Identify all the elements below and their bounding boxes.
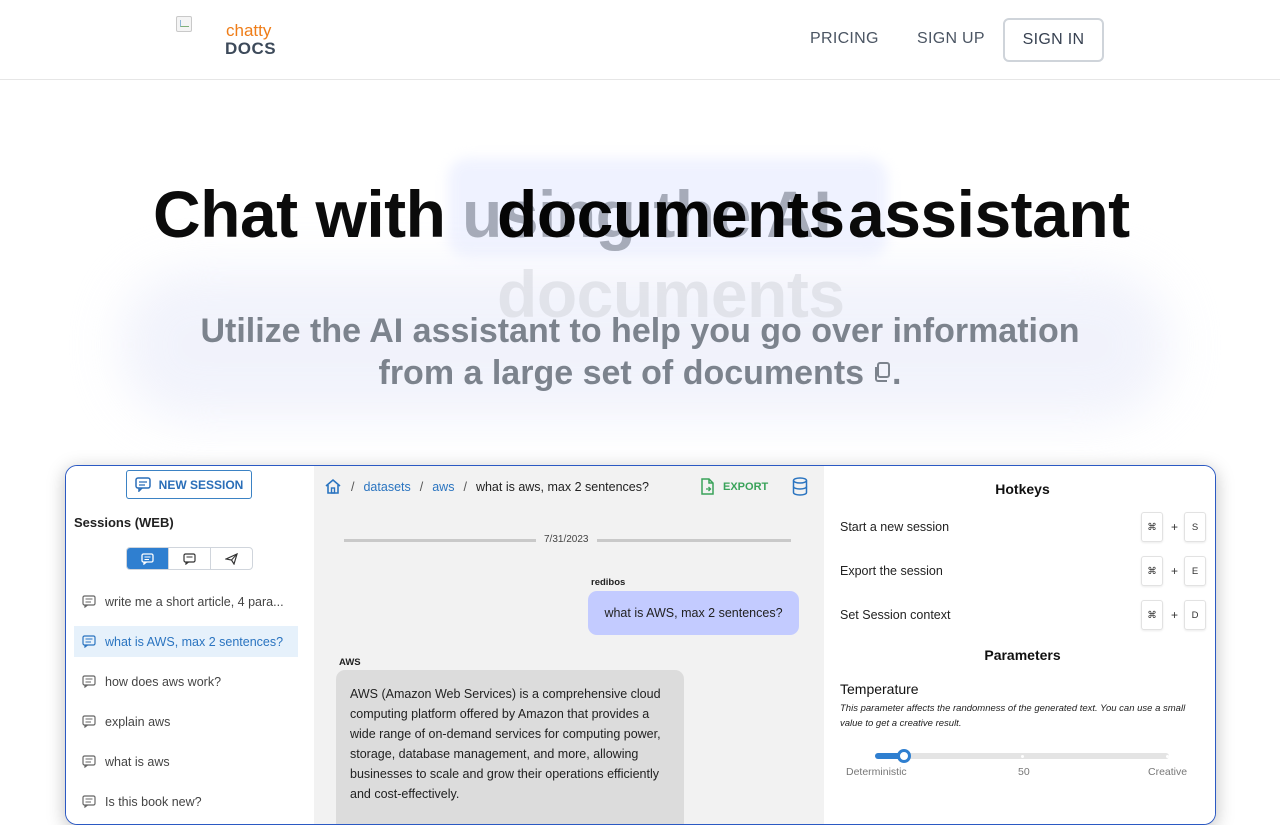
- hotkey-plus: +: [1171, 608, 1179, 622]
- broken-image-icon: [176, 16, 192, 32]
- hero-title-main: documents: [497, 177, 845, 251]
- parameters-heading: Parameters: [984, 647, 1061, 663]
- session-item[interactable]: Is this book new?: [74, 786, 298, 817]
- hotkey-label: Start a new session: [840, 520, 950, 534]
- slider-tick: [1021, 755, 1024, 758]
- session-label: Is this book new?: [105, 794, 202, 809]
- hero-title-prefix: Chat with: [153, 177, 446, 251]
- hotkeys-heading: Hotkeys: [995, 481, 1050, 497]
- message-icon: [183, 552, 196, 565]
- home-icon[interactable]: [324, 478, 342, 495]
- message-icon: [82, 715, 96, 728]
- documents-icon: [872, 351, 892, 393]
- sessions-heading: Sessions (WEB): [74, 515, 174, 530]
- breadcrumb-separator: /: [351, 479, 355, 494]
- message-icon: [82, 675, 96, 688]
- session-label: what is AWS, max 2 sentences?: [105, 634, 284, 649]
- user-message: what is AWS, max 2 sentences?: [588, 591, 799, 635]
- chat-icon: [141, 552, 154, 565]
- hero-subtitle: Utilize the AI assistant to help you go …: [190, 310, 1090, 394]
- slider-tick: [1166, 755, 1169, 758]
- hero-subtitle-end: .: [892, 354, 902, 392]
- hero-subtitle-line2-wrap: from a large set of documents.: [190, 352, 1090, 394]
- hotkey-modifier: ⌘: [1141, 556, 1163, 586]
- hotkey-plus: +: [1171, 520, 1179, 534]
- web-sessions-tab[interactable]: [127, 548, 169, 569]
- telegram-sessions-tab[interactable]: [211, 548, 252, 569]
- session-item[interactable]: how does aws work?: [74, 666, 298, 697]
- hotkey-plus: +: [1171, 564, 1179, 578]
- hotkey-row: Set Session context ⌘ + D: [840, 600, 1206, 630]
- session-item[interactable]: what is aws: [74, 746, 298, 777]
- send-icon: [225, 552, 238, 565]
- hotkey-label: Set Session context: [840, 608, 951, 622]
- hotkey-row: Export the session ⌘ + E: [840, 556, 1206, 586]
- session-item[interactable]: write me a short article, 4 para...: [74, 586, 298, 617]
- message-icon: [82, 755, 96, 768]
- hotkey-key: D: [1184, 600, 1206, 630]
- session-label: how does aws work?: [105, 674, 222, 689]
- breadcrumb-aws[interactable]: aws: [432, 480, 454, 494]
- breadcrumb-current: what is aws, max 2 sentences?: [475, 479, 649, 494]
- hotkey-key: S: [1184, 512, 1206, 542]
- new-session-label: NEW SESSION: [158, 477, 244, 492]
- session-label: explain aws: [105, 714, 171, 729]
- breadcrumb-separator: /: [419, 479, 424, 494]
- hotkey-modifier: ⌘: [1141, 600, 1163, 630]
- logo[interactable]: chatty DOCS: [176, 16, 286, 64]
- session-label: write me a short article, 4 para...: [105, 594, 284, 609]
- breadcrumb-datasets[interactable]: datasets: [363, 480, 410, 494]
- breadcrumb: / datasets / aws / what is aws, max 2 se…: [324, 478, 649, 495]
- export-label: EXPORT: [723, 480, 769, 493]
- message-icon: [82, 595, 96, 608]
- hero-title-suffix: assistant: [848, 177, 1130, 251]
- session-type-toggle: [126, 547, 253, 570]
- new-session-button[interactable]: NEW SESSION: [126, 470, 252, 499]
- session-label: what is aws: [105, 754, 170, 769]
- hero-subtitle-line1: Utilize the AI assistant to help you go …: [200, 312, 1080, 350]
- export-button[interactable]: EXPORT: [700, 478, 768, 495]
- message-icon: [82, 635, 96, 648]
- settings-panel: Hotkeys Start a new session ⌘ + S Export…: [824, 466, 1215, 824]
- database-icon[interactable]: [792, 477, 808, 496]
- chat-area: / datasets / aws / what is aws, max 2 se…: [314, 466, 824, 824]
- logo-text-top: chatty: [226, 21, 272, 40]
- slider-max-label: Creative: [1148, 766, 1188, 778]
- assistant-name: AWS: [339, 657, 361, 668]
- temperature-label: Temperature: [840, 681, 919, 697]
- temperature-description: This parameter affects the randomness of…: [840, 703, 1186, 729]
- nav-signup-link[interactable]: SIGN UP: [917, 30, 985, 48]
- file-export-icon: [701, 478, 714, 495]
- hero-title: Chat with using the AI documents assista…: [0, 176, 1280, 256]
- session-item-active[interactable]: what is AWS, max 2 sentences?: [74, 626, 298, 657]
- breadcrumb-separator: /: [463, 479, 467, 494]
- date-label: 7/31/2023: [536, 534, 597, 545]
- logo-text-bottom: DOCS: [225, 39, 277, 58]
- hotkey-modifier: ⌘: [1141, 512, 1163, 542]
- nav-pricing-link[interactable]: PRICING: [810, 30, 879, 48]
- chat-sessions-tab[interactable]: [169, 548, 211, 569]
- session-item[interactable]: explain aws: [74, 706, 298, 737]
- sign-in-button[interactable]: SIGN IN: [1003, 18, 1104, 62]
- app-preview: NEW SESSION Sessions (WEB) write me a sh…: [65, 465, 1216, 825]
- temperature-slider-thumb[interactable]: [897, 749, 912, 763]
- sessions-sidebar: NEW SESSION Sessions (WEB) write me a sh…: [66, 466, 314, 824]
- hotkey-label: Export the session: [840, 564, 943, 578]
- slider-min-label: Deterministic: [846, 766, 907, 778]
- chat-icon: [134, 477, 151, 492]
- hotkey-row: Start a new session ⌘ + S: [840, 512, 1206, 542]
- assistant-message: AWS (Amazon Web Services) is a comprehen…: [336, 670, 684, 824]
- hero-subtitle-line2: from a large set of documents: [378, 354, 865, 392]
- hotkey-key: E: [1184, 556, 1206, 586]
- top-nav: chatty DOCS PRICING SIGN UP SIGN IN: [0, 0, 1280, 80]
- user-name: redibos: [591, 577, 626, 588]
- slider-mid-label: 50: [1018, 766, 1030, 778]
- message-icon: [82, 795, 96, 808]
